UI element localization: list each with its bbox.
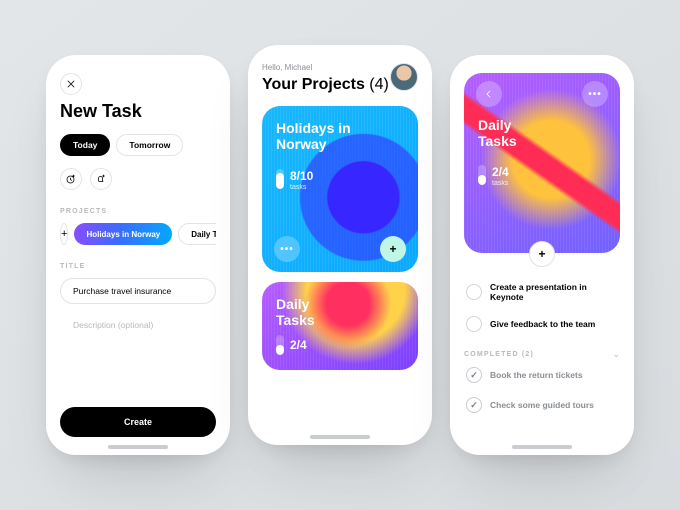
tab-tomorrow[interactable]: Tomorrow <box>116 134 183 156</box>
add-task-button[interactable]: + <box>529 241 555 267</box>
title-section-label: TITLE <box>60 263 216 270</box>
home-indicator <box>108 445 168 449</box>
checkbox-empty-icon[interactable] <box>466 284 482 300</box>
task-ratio: 2/4 <box>290 338 307 352</box>
screen-projects: Hello, Michael Your Projects (4) Holiday… <box>248 45 432 445</box>
home-indicator <box>310 435 370 439</box>
task-row-done[interactable]: ✓ Check some guided tours <box>464 390 620 420</box>
checkbox-done-icon[interactable]: ✓ <box>466 367 482 383</box>
project-chip-selected[interactable]: Holidays in Norway <box>74 223 172 245</box>
close-button[interactable] <box>60 73 82 95</box>
task-ratio: 8/10 <box>290 169 313 183</box>
chevron-left-icon <box>483 88 495 100</box>
clock-plus-icon <box>65 173 77 185</box>
bell-plus-icon <box>95 173 107 185</box>
task-label: Book the return tickets <box>490 370 583 380</box>
day-tabs: Today Tomorrow <box>60 134 216 156</box>
project-hero-card: ••• Daily Tasks 2/4 tasks <box>464 73 620 253</box>
dots-icon: ••• <box>588 89 602 100</box>
back-button[interactable] <box>476 81 502 107</box>
dots-icon: ••• <box>280 244 294 255</box>
project-card-daily[interactable]: Daily Tasks 2/4 <box>262 282 418 370</box>
add-reminder-button[interactable] <box>90 168 112 190</box>
heading-text: Your Projects <box>262 76 365 93</box>
create-button[interactable]: Create <box>60 407 216 437</box>
projects-heading: Your Projects (4) <box>262 76 389 94</box>
task-label: Create a presentation in Keynote <box>490 282 618 302</box>
project-card-title: Daily Tasks <box>478 117 606 149</box>
home-indicator <box>512 445 572 449</box>
greeting: Hello, Michael <box>262 63 389 72</box>
task-label: Check some guided tours <box>490 400 594 410</box>
projects-section-label: PROJECTS <box>60 208 216 215</box>
task-row[interactable]: Create a presentation in Keynote <box>464 275 620 309</box>
task-unit: tasks <box>492 180 509 187</box>
card-more-button[interactable]: ••• <box>274 236 300 262</box>
task-unit: tasks <box>290 184 313 191</box>
project-chip[interactable]: Daily T <box>178 223 216 245</box>
page-title: New Task <box>60 101 216 122</box>
task-row[interactable]: Give feedback to the team <box>464 309 620 339</box>
card-more-button[interactable]: ••• <box>582 81 608 107</box>
add-time-button[interactable] <box>60 168 82 190</box>
card-add-button[interactable]: + <box>380 236 406 262</box>
progress-pill-icon <box>276 335 284 355</box>
projects-count: (4) <box>369 76 389 93</box>
task-label: Give feedback to the team <box>490 319 595 329</box>
task-ratio: 2/4 <box>492 165 509 179</box>
project-card-title: Daily Tasks <box>276 296 404 328</box>
task-title-input[interactable]: Purchase travel insurance <box>60 278 216 304</box>
add-project-button[interactable]: + <box>60 223 68 245</box>
checkbox-done-icon[interactable]: ✓ <box>466 397 482 413</box>
progress-pill-icon <box>478 165 486 185</box>
task-row-done[interactable]: ✓ Book the return tickets <box>464 360 620 390</box>
chevron-down-icon[interactable]: ⌄ <box>612 349 620 360</box>
checkbox-empty-icon[interactable] <box>466 316 482 332</box>
screen-daily-tasks: ••• Daily Tasks 2/4 tasks + Create a pre… <box>450 55 634 455</box>
project-card-holidays[interactable]: Holidays in Norway 8/10 tasks ••• + <box>262 106 418 272</box>
avatar[interactable] <box>390 63 418 91</box>
screen-new-task: New Task Today Tomorrow PROJECTS + Holid… <box>46 55 230 455</box>
task-description-input[interactable]: Description (optional) <box>60 312 216 338</box>
completed-section-label: COMPLETED (2) <box>464 351 534 358</box>
tab-today[interactable]: Today <box>60 134 110 156</box>
project-card-title: Holidays in Norway <box>276 120 404 152</box>
progress-pill-icon <box>276 169 284 189</box>
close-icon <box>65 78 77 90</box>
